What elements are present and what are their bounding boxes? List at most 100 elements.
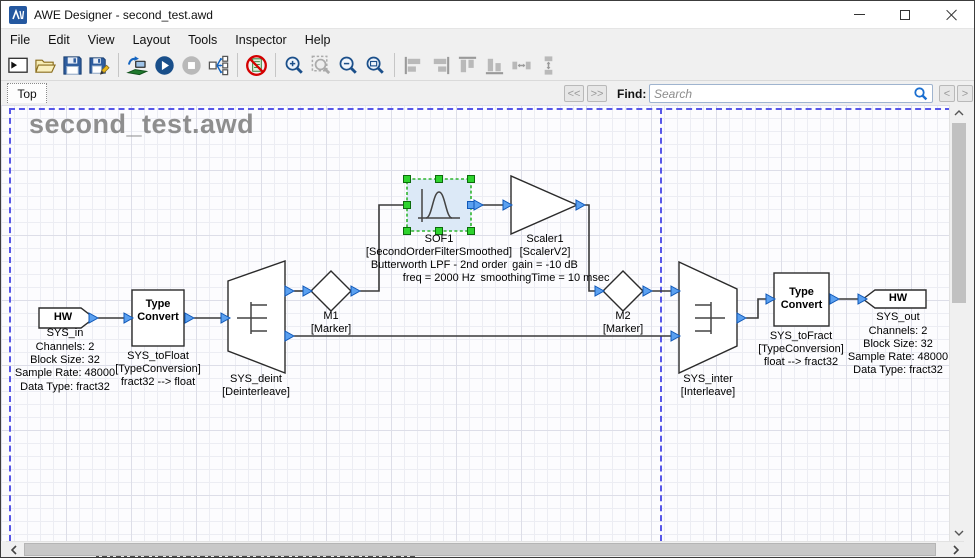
m1-type: [Marker] (311, 323, 351, 336)
toolbar-separator (275, 53, 276, 77)
pin-sysin-out (89, 313, 98, 323)
menu-inspector[interactable]: Inspector (226, 31, 295, 49)
distribute-horizontal-icon (510, 54, 533, 77)
toolbar-separator (394, 53, 395, 77)
block-sys-inter[interactable] (679, 262, 737, 373)
save-file-as-button[interactable] (86, 52, 113, 78)
menu-layout[interactable]: Layout (124, 31, 180, 49)
scroll-up-button[interactable] (950, 105, 968, 121)
chevron-up-icon (954, 110, 964, 116)
align-bottom-icon (483, 54, 506, 77)
sys-out-name: SYS_out (876, 311, 919, 324)
align-left-icon (402, 54, 425, 77)
zoom-out-button[interactable] (335, 52, 362, 78)
app-logo-icon (9, 6, 27, 24)
halt-icon (180, 54, 203, 77)
zoom-in-icon (283, 54, 306, 77)
sys-in-name: SYS_in (47, 327, 84, 340)
sof1-output-pin[interactable] (468, 202, 475, 209)
toolbar-separator (118, 53, 119, 77)
build-and-run-button[interactable] (151, 52, 178, 78)
layout-canvas[interactable]: second_test.awd (1, 105, 951, 541)
sys-in-info: Channels: 2 (36, 341, 95, 354)
history-forward-button: >> (587, 85, 607, 102)
no-inspectors-icon (245, 54, 268, 77)
zoom-out-icon (337, 54, 360, 77)
horizontal-scrollbar[interactable] (6, 541, 964, 556)
minimize-button[interactable] (836, 1, 882, 28)
menu-view[interactable]: View (79, 31, 124, 49)
align-bottom-button (481, 52, 508, 78)
block-sys-deint[interactable] (228, 261, 285, 373)
block-sof1-selected[interactable] (404, 176, 475, 235)
menu-edit[interactable]: Edit (39, 31, 79, 49)
zoom-all-icon (364, 54, 387, 77)
scroll-right-button[interactable] (948, 542, 964, 557)
title-bar: AWE Designer - second_test.awd (1, 1, 974, 29)
history-back-button: << (564, 85, 584, 102)
menu-tools[interactable]: Tools (179, 31, 226, 49)
tab-top[interactable]: Top (7, 83, 47, 103)
sys-inter-type: [Interleave] (681, 386, 735, 399)
connect-target-icon (126, 54, 149, 77)
toolbar-separator (237, 53, 238, 77)
align-right-icon (429, 54, 452, 77)
menu-file[interactable]: File (1, 31, 39, 49)
right-gutter (967, 105, 974, 558)
scaler1-parameter: smoothingTime = 10 msec (481, 272, 610, 285)
m2-type: [Marker] (603, 323, 643, 336)
menu-help[interactable]: Help (296, 31, 340, 49)
sys-in-port-label: HW (41, 311, 85, 324)
scaler1-description: gain = -10 dB (512, 259, 578, 272)
sys-tofract-box-label: Type Convert (774, 286, 829, 312)
find-next-button: > (957, 85, 973, 102)
scroll-down-button[interactable] (950, 525, 968, 541)
scroll-left-button[interactable] (6, 542, 22, 557)
propagate-icon (207, 54, 230, 77)
sof1-description: Butterworth LPF - 2nd order (371, 259, 507, 272)
zoom-all-button[interactable] (362, 52, 389, 78)
main-toolbar (1, 50, 974, 81)
connect-to-target-button[interactable] (124, 52, 151, 78)
new-layout-button[interactable] (5, 52, 32, 78)
sys-tofract-type: [TypeConversion] (758, 343, 844, 356)
sys-out-port-label: HW (873, 292, 923, 305)
horizontal-scroll-thumb[interactable] (24, 543, 936, 556)
maximize-button[interactable] (882, 1, 928, 28)
pin-tofract-out (830, 294, 839, 304)
open-file-button[interactable] (32, 52, 59, 78)
pin-sof1-out (474, 200, 483, 210)
sys-tofloat-type: [TypeConversion] (115, 363, 201, 376)
sys-inter-name: SYS_inter (683, 373, 733, 386)
search-icon[interactable] (913, 86, 929, 102)
pin-m2-out (643, 286, 652, 296)
search-input[interactable] (650, 87, 913, 101)
find-prev-button: < (939, 85, 955, 102)
zoom-to-selection-button (308, 52, 335, 78)
pin-tofloat-out (185, 313, 194, 323)
chevron-down-icon (954, 530, 964, 536)
close-button[interactable] (928, 1, 974, 28)
close-icon (946, 9, 957, 20)
pin-m1-in (303, 286, 312, 296)
vertical-scrollbar[interactable] (949, 105, 967, 541)
find-box (649, 84, 933, 103)
wire-inter-tofract[interactable] (746, 299, 767, 318)
sys-tofloat-name: SYS_toFloat (127, 350, 189, 363)
sys-out-info: Data Type: fract32 (853, 364, 943, 377)
save-icon (61, 54, 84, 77)
save-file-button[interactable] (59, 52, 86, 78)
run-icon (153, 54, 176, 77)
no-inspectors-button[interactable] (243, 52, 270, 78)
sof1-type: [SecondOrderFilterSmoothed] (366, 246, 512, 259)
zoom-in-button[interactable] (281, 52, 308, 78)
align-left-button (400, 52, 427, 78)
pin-deint-out2 (285, 331, 294, 341)
chevron-left-icon (11, 545, 17, 555)
vertical-scroll-thumb[interactable] (952, 123, 966, 303)
sys-out-info: Block Size: 32 (863, 338, 933, 351)
block-m1[interactable] (311, 271, 351, 311)
sys-in-info: Data Type: fract32 (20, 381, 110, 394)
propagate-changes-button[interactable] (205, 52, 232, 78)
block-scaler1[interactable] (511, 176, 577, 234)
